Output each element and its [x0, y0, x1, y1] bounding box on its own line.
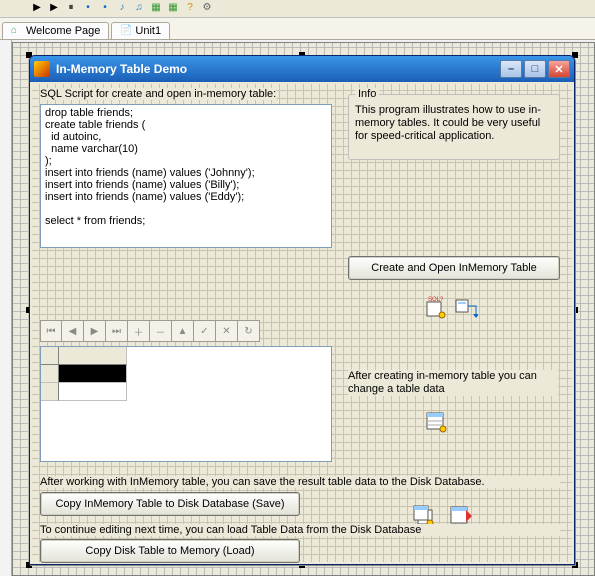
db2-icon[interactable]: ▦ [166, 2, 180, 16]
nav-delete-button[interactable]: － [150, 320, 172, 342]
form-title: In-Memory Table Demo [56, 62, 187, 76]
load-button[interactable]: Copy Disk Table to Memory (Load) [40, 539, 300, 563]
nav-insert-button[interactable]: ＋ [128, 320, 150, 342]
save-button-label: Copy InMemory Table to Disk Database (Sa… [55, 498, 284, 510]
grid-cell[interactable] [59, 383, 127, 401]
nav-prior-button[interactable]: ◀ [62, 320, 84, 342]
sql-memo-text: drop table friends; create table friends… [45, 107, 255, 227]
nav-last-icon: ⏭ [112, 326, 121, 337]
ide-toolbar-fragment: ▶ ▶ ⏸ • • ♪ ♫ ▦ ▦ ? ⚙ [0, 0, 595, 18]
info-title: Info [355, 88, 379, 100]
save-button[interactable]: Copy InMemory Table to Disk Database (Sa… [40, 492, 300, 516]
db-navigator[interactable]: ⏮ ◀ ▶ ⏭ ＋ － ▲ ✓ ✕ ↻ [40, 320, 260, 342]
editor-tabs: ⌂ Welcome Page 📄 Unit1 [0, 18, 595, 40]
create-open-button[interactable]: Create and Open InMemory Table [348, 256, 560, 280]
nav-post-icon: ✓ [200, 326, 208, 337]
form-client-area[interactable]: SQL Script for create and open in-memory… [32, 84, 572, 562]
datasource-component-icon[interactable] [454, 296, 478, 320]
pause-icon[interactable]: ⏸ [64, 2, 78, 16]
help-icon[interactable]: ? [183, 2, 197, 16]
tab-unit1[interactable]: 📄 Unit1 [111, 22, 170, 39]
nav-first-button[interactable]: ⏮ [40, 320, 62, 342]
nav-edit-icon: ▲ [178, 326, 188, 337]
note2-icon[interactable]: ♫ [132, 2, 146, 16]
home-icon: ⌂ [11, 25, 23, 37]
step-over-icon[interactable]: • [98, 2, 112, 16]
tab-label: Unit1 [135, 25, 161, 37]
grid-row[interactable] [41, 383, 331, 401]
after-work-label: After working with InMemory table, you c… [40, 476, 560, 488]
grid-header-row [41, 347, 331, 365]
after-create-label: After creating in-memory table you can c… [348, 370, 558, 396]
grid-row-indicator [41, 365, 59, 383]
grid-cell[interactable] [59, 365, 127, 383]
close-icon: ✕ [554, 63, 563, 76]
delphi-app-icon [34, 61, 50, 77]
table-component-icon[interactable] [424, 410, 448, 434]
db-grid[interactable] [40, 346, 332, 462]
grid-indicator-header [41, 347, 59, 365]
sql-memo[interactable]: drop table friends; create table friends… [40, 104, 332, 248]
nav-post-button[interactable]: ✓ [194, 320, 216, 342]
step-icon[interactable]: • [81, 2, 95, 16]
run-no-debug-icon[interactable]: ▶ [47, 2, 61, 16]
sql-script-label: SQL Script for create and open in-memory… [40, 88, 276, 100]
nav-first-icon: ⏮ [47, 326, 56, 337]
nav-refresh-icon: ↻ [244, 326, 252, 337]
nav-refresh-button[interactable]: ↻ [238, 320, 260, 342]
gear-icon[interactable]: ⚙ [200, 2, 214, 16]
document-icon: 📄 [120, 25, 132, 37]
form-titlebar[interactable]: In-Memory Table Demo – □ ✕ [30, 56, 574, 82]
nav-cancel-button[interactable]: ✕ [216, 320, 238, 342]
continue-label: To continue editing next time, you can l… [40, 524, 560, 536]
nav-edit-button[interactable]: ▲ [172, 320, 194, 342]
grid-row-selected[interactable] [41, 365, 331, 383]
nav-last-button[interactable]: ⏭ [106, 320, 128, 342]
designed-form[interactable]: In-Memory Table Demo – □ ✕ SQL Script fo… [29, 55, 575, 565]
nav-next-button[interactable]: ▶ [84, 320, 106, 342]
nav-insert-icon: ＋ [134, 324, 144, 339]
run-icon[interactable]: ▶ [30, 2, 44, 16]
grid-column-header[interactable] [59, 347, 127, 365]
sqlquery-component-icon[interactable]: SQL? [424, 296, 448, 320]
svg-text:SQL?: SQL? [428, 297, 444, 303]
db-icon[interactable]: ▦ [149, 2, 163, 16]
grid-row-indicator [41, 383, 59, 401]
create-open-button-label: Create and Open InMemory Table [371, 262, 537, 274]
load-button-label: Copy Disk Table to Memory (Load) [85, 545, 254, 557]
nav-cancel-icon: ✕ [222, 326, 230, 337]
info-groupbox: Info This program illustrates how to use… [348, 94, 560, 160]
note-icon[interactable]: ♪ [115, 2, 129, 16]
info-text: This program illustrates how to use in-m… [349, 95, 559, 147]
maximize-icon: □ [532, 63, 539, 75]
nav-next-icon: ▶ [91, 326, 99, 337]
tab-welcome-page[interactable]: ⌂ Welcome Page [2, 22, 109, 39]
nav-prior-icon: ◀ [69, 326, 77, 337]
tab-label: Welcome Page [26, 25, 100, 37]
minimize-icon: – [508, 63, 514, 75]
minimize-button[interactable]: – [500, 60, 522, 78]
form-designer-surface[interactable]: In-Memory Table Demo – □ ✕ SQL Script fo… [12, 42, 595, 576]
maximize-button[interactable]: □ [524, 60, 546, 78]
ruler-left [0, 40, 12, 576]
nav-delete-icon: － [156, 324, 166, 339]
close-button[interactable]: ✕ [548, 60, 570, 78]
